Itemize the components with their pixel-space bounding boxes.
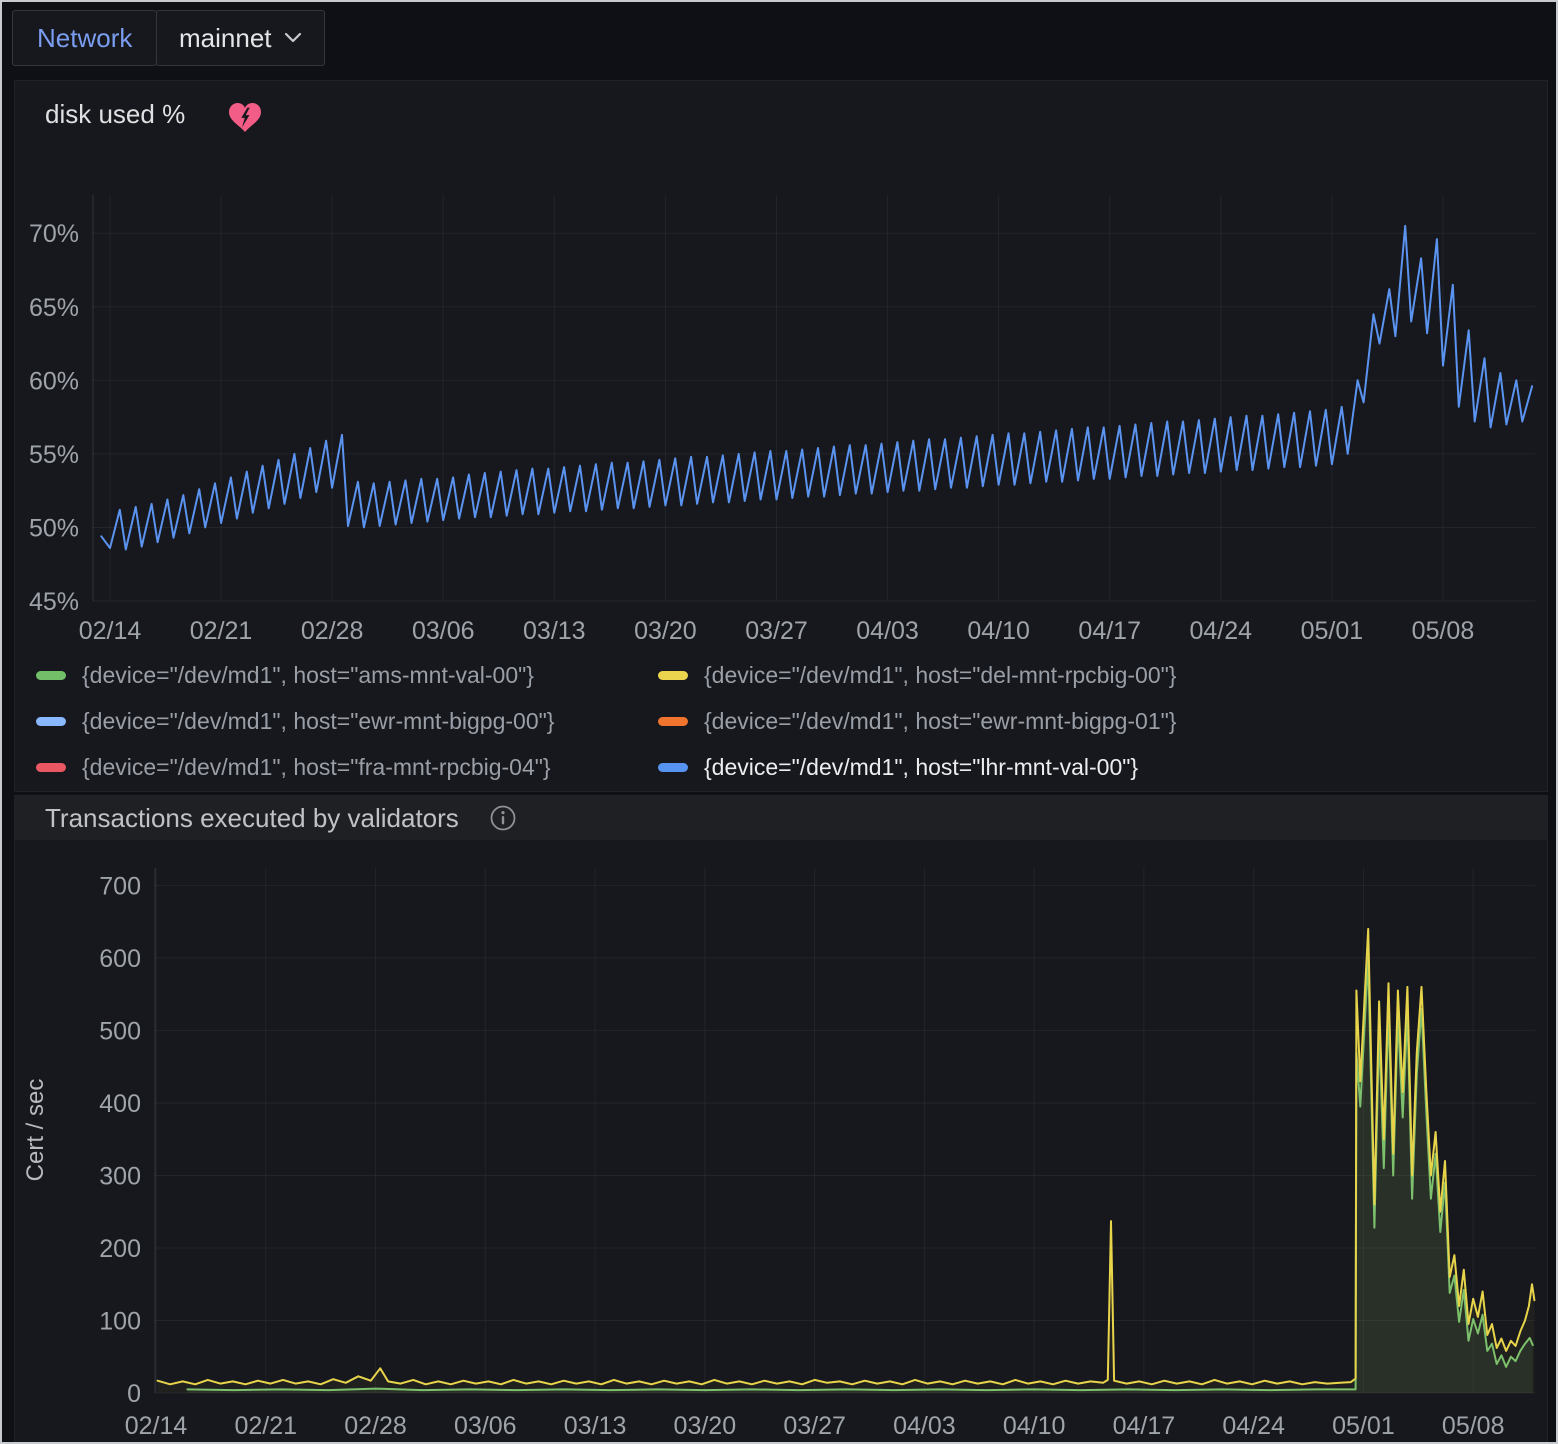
svg-text:03/06: 03/06 <box>454 1412 517 1440</box>
svg-text:03/06: 03/06 <box>412 617 475 645</box>
svg-text:50%: 50% <box>29 514 79 542</box>
svg-text:02/21: 02/21 <box>190 617 253 645</box>
svg-text:600: 600 <box>99 945 141 973</box>
svg-text:300: 300 <box>99 1162 141 1190</box>
legend-series-color <box>36 717 66 726</box>
svg-text:03/20: 03/20 <box>674 1412 737 1440</box>
svg-text:0: 0 <box>127 1380 141 1408</box>
legend-series-label: {device="/dev/md1", host="lhr-mnt-val-00… <box>704 754 1138 781</box>
svg-text:04/17: 04/17 <box>1078 617 1141 645</box>
svg-text:04/03: 04/03 <box>856 617 919 645</box>
svg-text:02/21: 02/21 <box>234 1412 297 1440</box>
legend-item[interactable]: {device="/dev/md1", host="ams-mnt-val-00… <box>36 652 658 698</box>
legend-series-color <box>36 671 66 680</box>
svg-text:700: 700 <box>99 872 141 900</box>
legend-item[interactable]: {device="/dev/md1", host="ewr-mnt-bigpg-… <box>36 698 658 744</box>
svg-text:05/08: 05/08 <box>1442 1412 1505 1440</box>
legend-series-color <box>36 763 66 772</box>
svg-text:Cert / sec: Cert / sec <box>22 1079 49 1182</box>
svg-text:04/10: 04/10 <box>967 617 1030 645</box>
svg-text:04/17: 04/17 <box>1113 1412 1176 1440</box>
svg-text:60%: 60% <box>29 367 79 395</box>
grafana-dashboard: Network mainnet disk used % 02/1402/2102… <box>0 0 1558 1444</box>
legend-series-color <box>658 671 688 680</box>
disk-chart-legend: {device="/dev/md1", host="ams-mnt-val-00… <box>36 652 1356 790</box>
svg-text:03/27: 03/27 <box>783 1412 846 1440</box>
legend-series-label: {device="/dev/md1", host="ewr-mnt-bigpg-… <box>82 708 554 735</box>
legend-series-color <box>658 717 688 726</box>
legend-item[interactable]: {device="/dev/md1", host="fra-mnt-rpcbig… <box>36 744 658 790</box>
legend-series-label: {device="/dev/md1", host="ewr-mnt-bigpg-… <box>704 708 1176 735</box>
legend-series-color <box>658 763 688 772</box>
svg-text:02/28: 02/28 <box>301 617 364 645</box>
svg-text:05/08: 05/08 <box>1412 617 1475 645</box>
svg-text:05/01: 05/01 <box>1332 1412 1395 1440</box>
network-variable-label: Network <box>12 10 157 66</box>
svg-text:03/13: 03/13 <box>564 1412 627 1440</box>
legend-series-label: {device="/dev/md1", host="ams-mnt-val-00… <box>82 662 534 689</box>
svg-text:04/10: 04/10 <box>1003 1412 1066 1440</box>
svg-text:45%: 45% <box>29 588 79 616</box>
svg-text:55%: 55% <box>29 441 79 469</box>
legend-item[interactable]: {device="/dev/md1", host="del-mnt-rpcbig… <box>658 652 1280 698</box>
svg-text:100: 100 <box>99 1307 141 1335</box>
legend-series-label: {device="/dev/md1", host="fra-mnt-rpcbig… <box>82 754 551 781</box>
svg-text:03/20: 03/20 <box>634 617 697 645</box>
variables-bar: Network mainnet <box>2 2 1556 78</box>
legend-item[interactable]: {device="/dev/md1", host="ewr-mnt-bigpg-… <box>658 698 1280 744</box>
svg-text:05/01: 05/01 <box>1301 617 1364 645</box>
svg-text:65%: 65% <box>29 294 79 322</box>
svg-text:70%: 70% <box>29 220 79 248</box>
legend-item[interactable]: {device="/dev/md1", host="lhr-mnt-val-00… <box>658 744 1280 790</box>
svg-text:02/14: 02/14 <box>79 617 142 645</box>
network-variable-dropdown[interactable]: mainnet <box>156 10 325 66</box>
panel-transactions: Transactions executed by validators 02/1… <box>14 795 1548 1444</box>
network-value-text: mainnet <box>179 23 272 54</box>
svg-text:500: 500 <box>99 1017 141 1045</box>
svg-text:02/14: 02/14 <box>125 1412 188 1440</box>
svg-text:03/13: 03/13 <box>523 617 586 645</box>
chevron-down-icon <box>284 32 302 44</box>
svg-text:04/24: 04/24 <box>1222 1412 1285 1440</box>
svg-text:04/24: 04/24 <box>1190 617 1253 645</box>
svg-text:04/03: 04/03 <box>893 1412 956 1440</box>
transactions-chart[interactable]: 02/14 02/21 02/28 03/06 03/13 03/20 03/27 04/03… <box>15 796 1547 1443</box>
svg-text:200: 200 <box>99 1235 141 1263</box>
legend-series-label: {device="/dev/md1", host="del-mnt-rpcbig… <box>704 662 1176 689</box>
panel-disk-used: disk used % 02/1402/2102/2803/0603/1303/… <box>14 80 1548 792</box>
svg-text:02/28: 02/28 <box>344 1412 407 1440</box>
network-label-text: Network <box>37 23 132 54</box>
svg-text:400: 400 <box>99 1090 141 1118</box>
svg-text:03/27: 03/27 <box>745 617 808 645</box>
disk-used-chart[interactable]: 02/14 02/21 02/28 03/06 03/13 03/20 03/27 04/03… <box>15 81 1547 647</box>
